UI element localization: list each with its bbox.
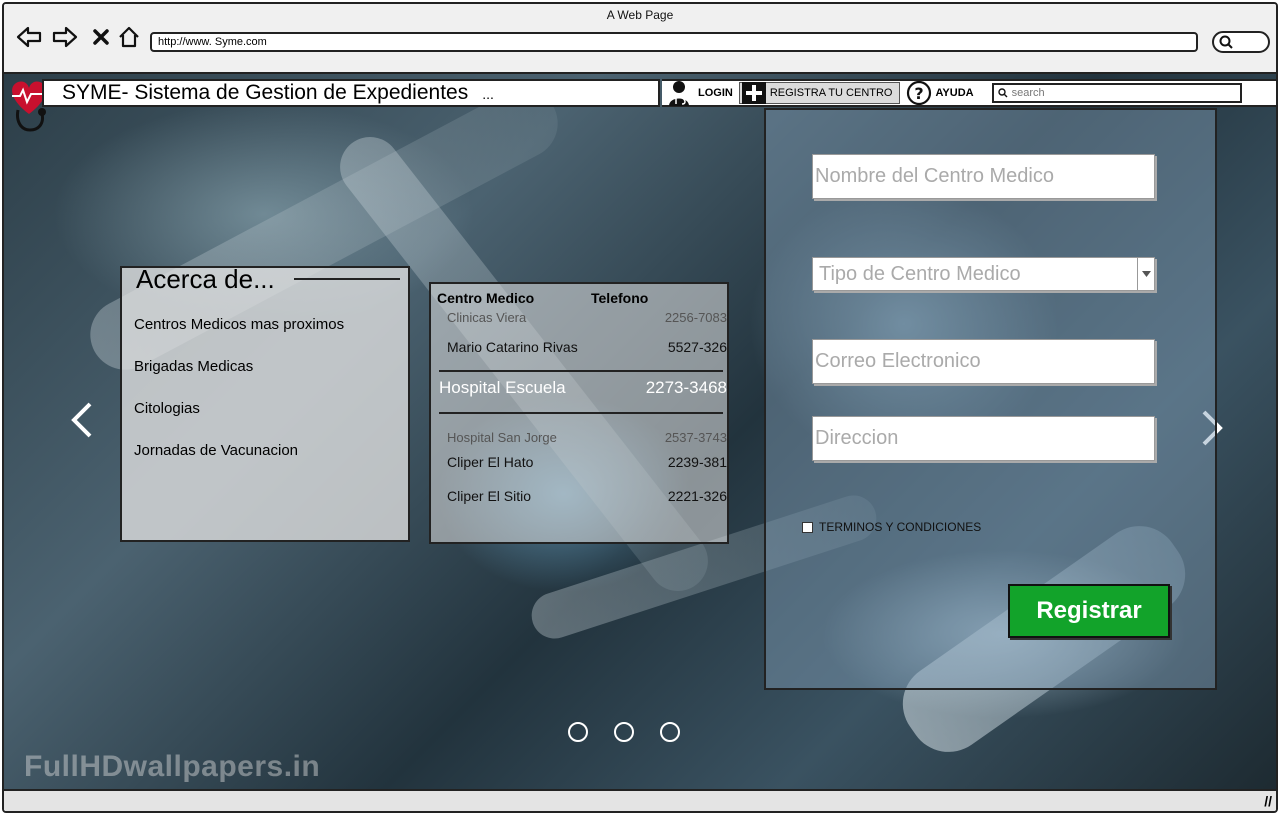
login-label: LOGIN (698, 87, 733, 99)
acerca-link-centros[interactable]: Centros Medicos mas proximos (134, 316, 344, 358)
resize-handle-icon[interactable]: // (1264, 793, 1272, 809)
table-header: Centro Medico Telefono (437, 290, 648, 306)
search-icon (997, 88, 1008, 98)
centro-nombre: Hospital Escuela (439, 378, 566, 397)
table-divider (439, 370, 723, 372)
watermark: FullHDwallpapers.in (24, 750, 321, 783)
tipo-centro-select[interactable]: Tipo de Centro Medico (812, 257, 1155, 291)
centro-telefono: 2537-3743 (664, 430, 727, 445)
registrar-button[interactable]: Registrar (1008, 584, 1170, 638)
chevron-down-icon (1137, 258, 1154, 290)
table-row[interactable]: Cliper El Hato 2239-381 (447, 454, 727, 470)
centro-nombre: Mario Catarino Rivas (447, 339, 578, 355)
search-icon (1219, 35, 1233, 49)
centro-telefono: 2256-7083 (664, 310, 727, 325)
top-menu: LOGIN REGISTRA TU CENTRO ? AYUDA search (662, 79, 1276, 107)
title-ellipsis: ... (482, 86, 494, 102)
centro-telefono: 2273-3468 (645, 378, 727, 397)
acerca-divider (294, 278, 400, 280)
chevron-left-icon (71, 402, 92, 438)
table-row[interactable]: Hospital Escuela 2273-3468 (439, 378, 727, 398)
table-divider (439, 412, 723, 414)
url-field[interactable]: http://www. Syme.com (150, 32, 1198, 52)
header-centro: Centro Medico (437, 290, 535, 306)
ayuda-label: AYUDA (935, 87, 974, 99)
carousel-dot[interactable] (660, 722, 680, 742)
app-title-bar: SYME- Sistema de Gestion de Expedientes.… (42, 79, 660, 107)
tipo-placeholder: Tipo de Centro Medico (819, 262, 1021, 285)
browser-chrome: A Web Page http://www. Syme.com (4, 4, 1276, 74)
centro-telefono: 2221-326 (667, 488, 727, 504)
header-telefono: Telefono (591, 290, 649, 306)
login-menu-item[interactable]: LOGIN (662, 81, 739, 106)
ayuda-menu-item[interactable]: ? AYUDA (900, 80, 980, 106)
acerca-link-vacunacion[interactable]: Jornadas de Vacunacion (134, 442, 344, 484)
search-input[interactable]: search (991, 83, 1242, 103)
registra-label: REGISTRA TU CENTRO (769, 87, 893, 99)
home-icon[interactable] (116, 24, 142, 50)
forward-icon[interactable] (52, 24, 78, 50)
acerca-link-brigadas[interactable]: Brigadas Medicas (134, 358, 344, 400)
help-icon: ? (906, 80, 931, 106)
plus-icon (741, 82, 766, 104)
status-bar: // (4, 789, 1276, 811)
acerca-link-citologias[interactable]: Citologias (134, 400, 344, 442)
centro-nombre: Cliper El Hato (447, 454, 534, 470)
carousel-dot[interactable] (614, 722, 634, 742)
registro-form: Nombre del Centro Medico Tipo de Centro … (764, 108, 1217, 690)
direccion-placeholder: Direccion (815, 427, 899, 449)
centro-telefono: 5527-326 (667, 339, 727, 355)
login-icon (669, 81, 689, 106)
table-row[interactable]: Hospital San Jorge 2537-3743 (447, 430, 727, 445)
window-title: A Web Page (606, 8, 674, 22)
app-title: SYME- Sistema de Gestion de Expedientes (62, 81, 469, 104)
svg-text:?: ? (914, 84, 923, 103)
close-icon[interactable] (88, 24, 114, 50)
browser-search-button[interactable] (1212, 31, 1270, 53)
terms-checkbox[interactable] (802, 521, 813, 533)
correo-placeholder: Correo Electronico (815, 350, 981, 372)
terms-checkbox-row[interactable]: TERMINOS Y CONDICIONES (802, 520, 981, 534)
terms-label: TERMINOS Y CONDICIONES (819, 520, 982, 534)
nombre-placeholder: Nombre del Centro Medico (815, 165, 1054, 187)
acerca-panel: Acerca de... Centros Medicos mas proximo… (120, 264, 410, 542)
table-row[interactable]: Clinicas Viera 2256-7083 (447, 310, 727, 325)
table-row[interactable]: Cliper El Sitio 2221-326 (447, 488, 727, 504)
nombre-centro-input[interactable]: Nombre del Centro Medico (812, 154, 1155, 199)
centros-table: Centro Medico Telefono Clinicas Viera 22… (429, 282, 729, 544)
registra-menu-item[interactable]: REGISTRA TU CENTRO (738, 82, 900, 104)
centro-nombre: Hospital San Jorge (447, 430, 557, 445)
centro-nombre: Cliper El Sitio (447, 488, 532, 504)
centro-telefono: 2239-381 (667, 454, 727, 470)
acerca-list: Centros Medicos mas proximos Brigadas Me… (134, 316, 344, 484)
carousel-dots (568, 722, 680, 742)
carousel-dot[interactable] (568, 722, 588, 742)
correo-input[interactable]: Correo Electronico (812, 339, 1155, 384)
centro-nombre: Clinicas Viera (447, 310, 527, 325)
search-placeholder: search (1011, 87, 1045, 99)
carousel-prev-button[interactable] (68, 400, 94, 448)
table-row[interactable]: Mario Catarino Rivas 5527-326 (447, 339, 727, 355)
browser-window: A Web Page http://www. Syme.com FullHDwa… (2, 2, 1278, 813)
back-icon[interactable] (16, 24, 42, 50)
acerca-title: Acerca de... (136, 264, 275, 294)
direccion-input[interactable]: Direccion (812, 416, 1155, 461)
